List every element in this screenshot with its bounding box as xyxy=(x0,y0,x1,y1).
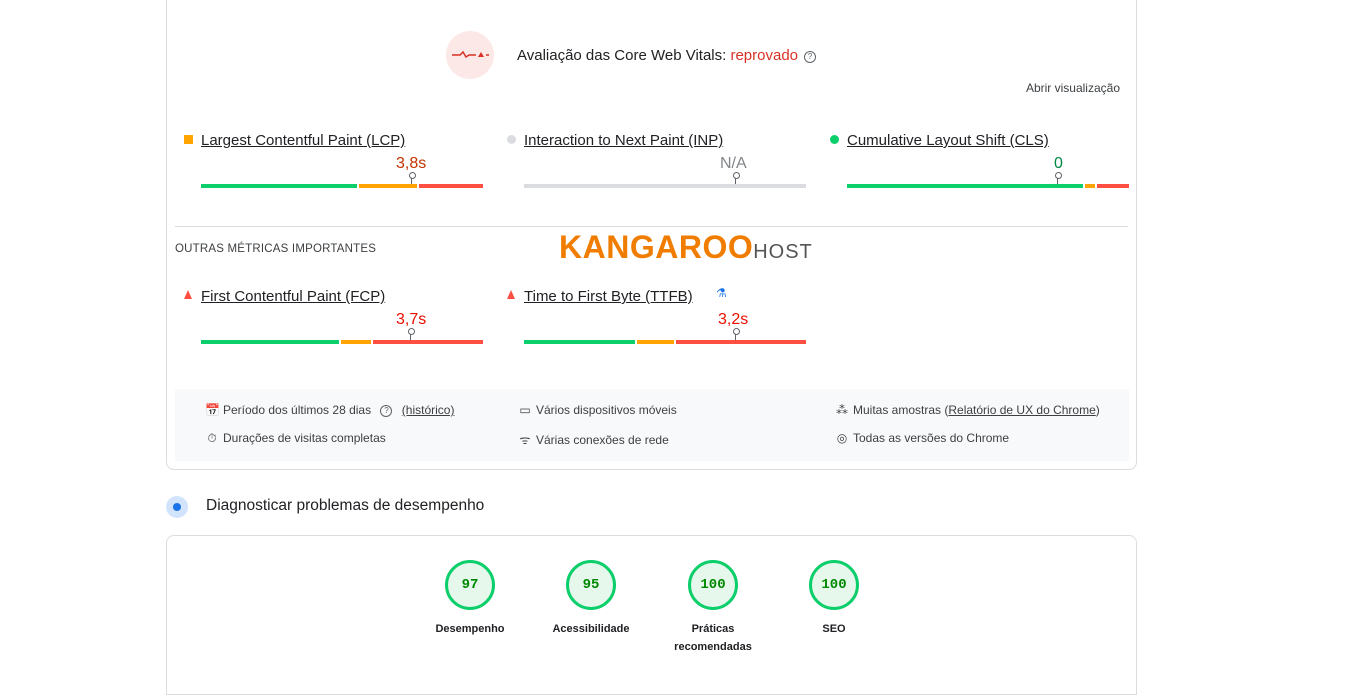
red-triangle-icon xyxy=(184,290,192,299)
metric-cls-distribution-bar xyxy=(847,184,1129,188)
gauge-accessibility[interactable]: 95 Acessibilidade xyxy=(531,560,651,638)
red-triangle-icon xyxy=(507,290,515,299)
gauge-seo-score: 100 xyxy=(809,560,859,610)
metric-cls: Cumulative Layout Shift (CLS) 0 xyxy=(830,132,1129,202)
metric-ttfb-distribution-bar xyxy=(524,340,806,344)
gray-dot-icon xyxy=(507,135,516,144)
gauge-accessibility-score: 95 xyxy=(566,560,616,610)
other-metrics-heading: OUTRAS MÉTRICAS IMPORTANTES xyxy=(175,243,377,255)
info-devices: ▭ Vários dispositivos móveis xyxy=(519,403,677,417)
kangaroo-host-logo: KANGAROOHOST xyxy=(559,229,813,266)
assessment-badge xyxy=(446,31,494,79)
metric-inp-label[interactable]: Interaction to Next Paint (INP) xyxy=(524,132,723,149)
info-samples: ⁂ Muitas amostras (Relatório de UX do Chr… xyxy=(836,403,1100,417)
devices-icon: ▭ xyxy=(519,403,531,417)
orange-square-icon xyxy=(184,135,193,144)
network-icon: ᯤ xyxy=(519,433,531,447)
pulse-icon xyxy=(452,50,489,59)
metric-inp: Interaction to Next Paint (INP) N/A xyxy=(507,132,806,202)
timer-icon: ⏱ xyxy=(207,431,217,445)
gauge-seo-label: SEO xyxy=(822,623,846,635)
metric-ttfb: Time to First Byte (TTFB) ⚗ 3,2s xyxy=(507,286,806,358)
chrome-ux-report-link[interactable]: Relatório de UX do Chrome xyxy=(948,403,1095,417)
info-period: 📅 Período dos últimos 28 dias ? (históric… xyxy=(205,403,455,417)
calendar-icon: 📅 xyxy=(205,403,220,417)
metric-lcp-value: 3,8s xyxy=(396,155,427,172)
info-networks: ᯤ Várias conexões de rede xyxy=(519,433,669,447)
metric-ttfb-pin-icon xyxy=(732,328,740,340)
metric-inp-pin-icon xyxy=(732,172,740,184)
metric-lcp-label[interactable]: Largest Contentful Paint (LCP) xyxy=(201,132,405,149)
metric-lcp-pin-icon xyxy=(408,172,416,184)
open-view-link[interactable]: Abrir visualização xyxy=(1026,81,1120,95)
metric-lcp-distribution-bar xyxy=(201,184,483,188)
help-icon[interactable]: ? xyxy=(804,51,816,63)
metric-fcp: First Contentful Paint (FCP) 3,7s xyxy=(184,288,483,358)
metric-cls-value: 0 xyxy=(1054,155,1063,172)
diagnose-title: Diagnosticar problemas de desempenho xyxy=(206,497,485,514)
info-visits: ⏱ Durações de visitas completas xyxy=(205,431,385,446)
metric-ttfb-label[interactable]: Time to First Byte (TTFB) xyxy=(524,288,693,305)
logo-sub: HOST xyxy=(753,241,813,263)
flask-icon: ⚗ xyxy=(716,286,727,300)
gauge-performance[interactable]: 97 Desempenho xyxy=(410,560,530,638)
section-divider xyxy=(175,226,1128,227)
assessment-title: Avaliação das Core Web Vitals: reprovado… xyxy=(517,47,816,64)
diagnose-icon xyxy=(166,496,188,518)
metric-fcp-label[interactable]: First Contentful Paint (FCP) xyxy=(201,288,385,305)
metric-fcp-distribution-bar xyxy=(201,340,483,344)
gauge-best-practices-score: 100 xyxy=(688,560,738,610)
metric-fcp-value: 3,7s xyxy=(396,311,427,328)
history-link[interactable]: (histórico) xyxy=(402,403,455,417)
metric-ttfb-value: 3,2s xyxy=(718,311,749,328)
data-info-panel: 📅 Período dos últimos 28 dias ? (históric… xyxy=(175,389,1129,461)
green-dot-icon xyxy=(830,135,839,144)
core-web-vitals-card: Avaliação das Core Web Vitals: reprovado… xyxy=(166,0,1137,470)
gauge-accessibility-label: Acessibilidade xyxy=(552,623,630,635)
gauge-seo[interactable]: 100 SEO xyxy=(774,560,894,638)
metric-cls-pin-icon xyxy=(1054,172,1062,184)
people-icon: ⁂ xyxy=(836,403,848,417)
gauge-performance-score: 97 xyxy=(445,560,495,610)
metric-inp-distribution-bar xyxy=(524,184,806,188)
metric-cls-label[interactable]: Cumulative Layout Shift (CLS) xyxy=(847,132,1049,149)
chrome-icon: ◎ xyxy=(836,431,848,445)
metric-lcp: Largest Contentful Paint (LCP) 3,8s xyxy=(184,132,483,202)
gauge-best-practices[interactable]: 100 Práticas recomendadas xyxy=(653,560,773,656)
metric-fcp-pin-icon xyxy=(407,328,415,340)
help-icon[interactable]: ? xyxy=(380,405,393,417)
info-chrome-versions: ◎ Todas as versões do Chrome xyxy=(836,431,1010,445)
gauge-best-practices-label: Práticas recomendadas xyxy=(674,623,752,653)
scores-card: 97 Desempenho 95 Acessibilidade 100 Prát… xyxy=(166,535,1137,695)
assessment-title-text: Avaliação das Core Web Vitals: xyxy=(517,47,731,64)
gauge-performance-label: Desempenho xyxy=(435,623,505,635)
logo-main: KANGAROO xyxy=(559,229,754,265)
assessment-status: reprovado xyxy=(730,47,798,64)
metric-inp-value: N/A xyxy=(720,155,747,172)
